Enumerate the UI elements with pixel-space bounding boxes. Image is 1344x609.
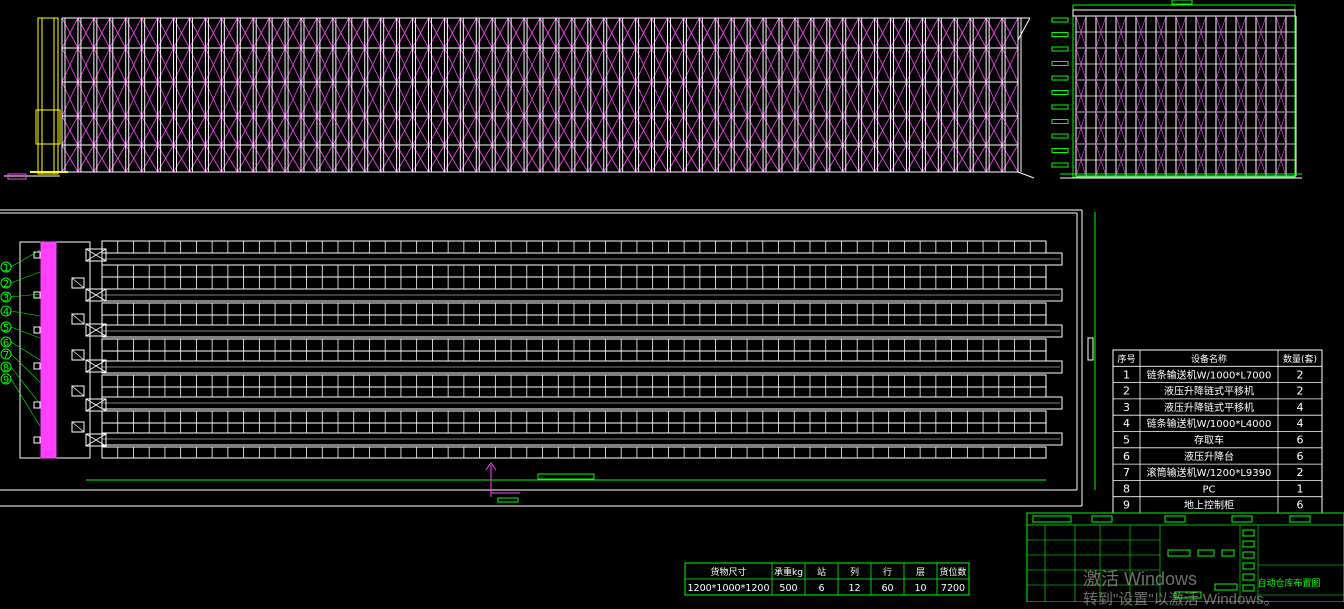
parts-row-no: 1 — [1123, 368, 1130, 381]
rack-side-elevation — [1051, 0, 1302, 179]
callout-number-3: 3 — [3, 293, 9, 304]
callout-number-8: 8 — [3, 363, 9, 374]
parts-row-qty: 6 — [1297, 434, 1304, 447]
cad-drawing-canvas[interactable]: 123456789 序号 设备名称 数量(套)1 链条输送机W/1000*L7000 2… — [0, 0, 1344, 602]
parts-row-name: 液压升降链式平移机 — [1164, 385, 1254, 398]
spec-value-3: 12 — [848, 583, 860, 594]
parts-row-no: 6 — [1123, 450, 1130, 463]
parts-row-qty: 6 — [1297, 450, 1304, 463]
parts-row-qty: 1 — [1297, 482, 1304, 495]
conveyor-magenta — [40, 241, 57, 459]
warehouse-plan-view: 123456789 — [0, 209, 1096, 507]
spec-header-2: 站 — [817, 566, 826, 578]
parts-row-qty: 2 — [1297, 368, 1304, 381]
parts-row-qty: 4 — [1297, 417, 1304, 430]
spec-value-0: 1200*1000*1200 — [687, 583, 769, 594]
spec-value-6: 7200 — [941, 583, 965, 594]
spec-header-6: 货位数 — [939, 566, 966, 578]
windows-activation-watermark-line2: 转到"设置"以激活 Windows。 — [1083, 591, 1279, 608]
parts-row-qty: 2 — [1297, 466, 1304, 479]
spec-value-5: 10 — [914, 583, 926, 594]
callout-number-5: 5 — [3, 323, 9, 334]
parts-row-no: 8 — [1123, 482, 1130, 495]
spec-header-4: 行 — [883, 566, 892, 578]
parts-row-name: 存取车 — [1194, 434, 1224, 447]
parts-row-name: 液压升降台 — [1184, 450, 1234, 463]
spec-header-5: 层 — [916, 567, 925, 578]
parts-row-name: 滚筒输送机W/1200*L9390 — [1147, 466, 1272, 479]
parts-row-no: 3 — [1123, 401, 1130, 414]
parts-row-no: 5 — [1123, 434, 1130, 447]
parts-header-2: 数量(套) — [1283, 353, 1317, 365]
rack-front-elevation — [4, 17, 1035, 180]
parts-header-1: 设备名称 — [1191, 353, 1227, 365]
parts-row-name: 地上控制柜 — [1184, 499, 1234, 512]
callout-number-6: 6 — [3, 338, 9, 349]
spec-header-3: 列 — [850, 566, 859, 578]
spec-header-0: 货物尺寸 — [710, 566, 746, 578]
spec-value-1: 500 — [779, 583, 797, 594]
callout-number-1: 1 — [3, 263, 9, 274]
equipment-parts-table: 序号 设备名称 数量(套) 1 链条输送机W/1000*L7000 2 2 液压升降链式平移机… — [1112, 349, 1323, 514]
spec-value-2: 6 — [818, 583, 824, 594]
parts-row-no: 7 — [1123, 466, 1130, 479]
spec-header-1: 承重kg — [774, 566, 803, 578]
parts-row-name: 液压升降链式平移机 — [1164, 401, 1254, 414]
parts-row-no: 4 — [1123, 417, 1130, 430]
parts-row-name: 链条输送机W/1000*L4000 — [1147, 417, 1272, 430]
callout-number-7: 7 — [3, 350, 9, 361]
parts-row-name: PC — [1202, 484, 1215, 495]
spec-value-4: 60 — [881, 583, 893, 594]
callout-number-9: 9 — [3, 375, 9, 386]
parts-row-qty: 2 — [1297, 385, 1304, 398]
parts-row-qty: 6 — [1297, 499, 1304, 512]
parts-row-no: 9 — [1123, 499, 1130, 512]
parts-row-qty: 4 — [1297, 401, 1304, 414]
parts-row-no: 2 — [1123, 385, 1130, 398]
stacker-crane — [37, 17, 59, 175]
parts-header-0: 序号 — [1117, 353, 1135, 365]
callout-number-4: 4 — [3, 307, 9, 318]
callout-number-2: 2 — [3, 279, 9, 290]
warehouse-spec-table: 货物尺寸 承重kg 站 列 行 层 货位数 1200*1000*1200 500 6 12 60 10 7… — [684, 562, 970, 596]
parts-row-name: 链条输送机W/1000*L7000 — [1147, 368, 1272, 381]
